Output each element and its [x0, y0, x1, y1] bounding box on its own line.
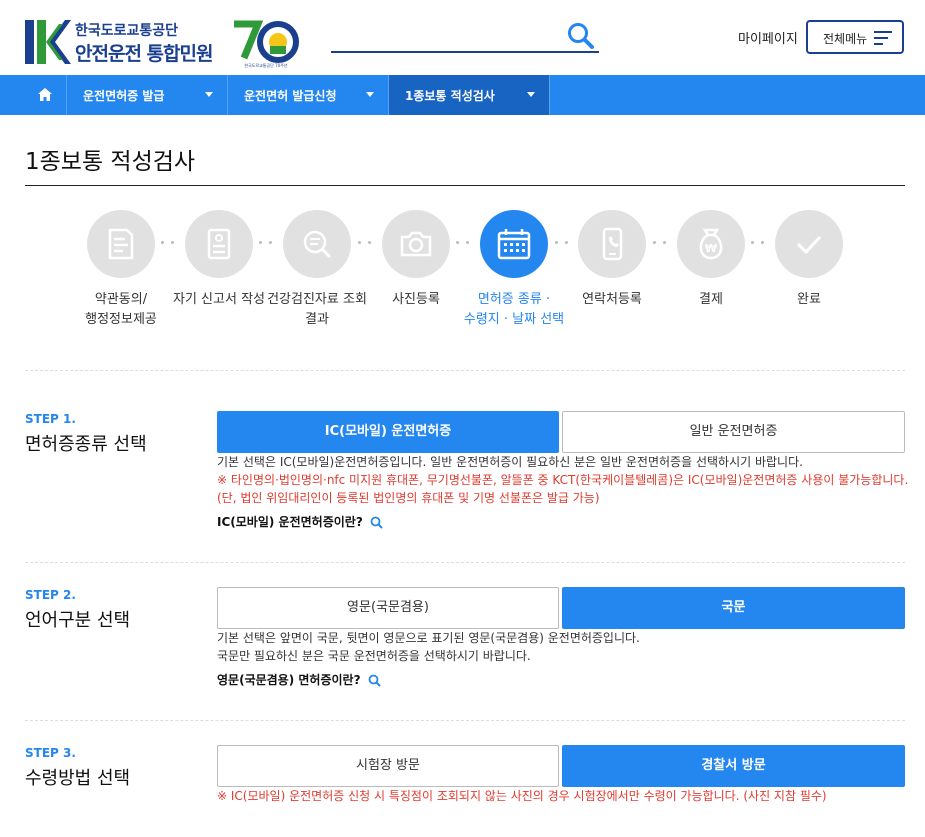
document-icon	[108, 228, 134, 260]
progress-step-label: 연락처등록	[582, 292, 642, 307]
progress-step-7: ₩	[677, 210, 745, 278]
ic-license-info-label: IC(모바일) 운전면허증이란?	[217, 515, 363, 529]
step-connector	[749, 241, 767, 247]
search-input[interactable]	[331, 20, 551, 50]
nav-item-label: 운전면허증 발급	[83, 89, 165, 103]
caret-down-icon	[527, 92, 535, 97]
nav-item-license-issue[interactable]: 운전면허증 발급	[67, 75, 228, 115]
step1-warning-exception: (단, 법인 위임대리인이 등록된 법인명의 휴대폰 및 기명 선불폰은 발급 …	[217, 491, 600, 505]
won-bag-icon: ₩	[699, 228, 723, 260]
page-title: 1종보통 적성검사	[25, 149, 196, 175]
progress-step-4	[382, 210, 450, 278]
caret-down-icon	[366, 92, 374, 97]
search-bar	[331, 20, 599, 53]
step-connector	[651, 241, 669, 247]
calendar-icon	[497, 229, 531, 260]
koroad-k-logo-icon	[25, 20, 71, 64]
check-icon	[796, 235, 822, 255]
search-icon	[370, 516, 383, 529]
nav-item-license-apply[interactable]: 운전면허 발급신청	[228, 75, 389, 115]
test-center-visit-option[interactable]: 시험장 방문	[217, 745, 559, 787]
caret-down-icon	[205, 92, 213, 97]
step3-tag: STEP 3.	[25, 746, 76, 760]
search-icon[interactable]	[567, 22, 595, 50]
ic-license-info-link[interactable]: IC(모바일) 운전면허증이란?	[217, 513, 383, 530]
camera-icon	[400, 231, 432, 257]
ic-mobile-license-option[interactable]: IC(모바일) 운전면허증	[217, 411, 559, 453]
step-connector	[356, 241, 374, 247]
step-connector	[159, 241, 177, 247]
progress-step-label: 건강검진자료 조회 결과	[267, 292, 367, 327]
progress-step-label: 사진등록	[392, 292, 440, 307]
progress-step-label: 자기 신고서 작성	[173, 292, 265, 307]
step2-tag: STEP 2.	[25, 588, 76, 602]
step2-title: 언어구분 선택	[25, 610, 131, 631]
police-station-visit-option[interactable]: 경찰서 방문	[562, 745, 905, 787]
step3-warning: ※ IC(모바일) 운전면허증 신청 시 특징점이 조회되지 않는 사진의 경우…	[217, 789, 827, 803]
step1-tag: STEP 1.	[25, 412, 76, 426]
progress-step-5	[480, 210, 548, 278]
emblem-caption: 한국도로교통공단 70주년	[244, 62, 287, 68]
step2-note-2: 국문만 필요하신 분은 국문 운전면허증을 선택하시기 바랍니다.	[217, 649, 531, 663]
svg-text:₩: ₩	[705, 242, 717, 255]
nav-item-label: 1종보통 적성검사	[405, 89, 495, 103]
section-divider	[25, 562, 905, 563]
all-menu-button[interactable]: 전체메뉴	[806, 20, 904, 54]
progress-step-1	[87, 210, 155, 278]
regular-license-option[interactable]: 일반 운전면허증	[562, 411, 905, 453]
step-connector	[553, 241, 571, 247]
step1-note: 기본 선택은 IC(모바일)운전면허증입니다. 일반 운전면허증이 필요하신 분…	[217, 455, 803, 469]
nav-item-aptitude-test[interactable]: 1종보통 적성검사	[389, 75, 550, 115]
progress-step-label: 면허증 종류 · 수령지 · 날짜 선택	[463, 292, 565, 327]
home-button[interactable]	[25, 75, 67, 115]
step-connector	[454, 241, 472, 247]
progress-step-label: 결제	[699, 292, 723, 307]
breadcrumb-nav: 운전면허증 발급 운전면허 발급신청 1종보통 적성검사	[0, 75, 925, 115]
search-icon	[368, 674, 381, 687]
section-divider	[25, 720, 905, 721]
section-divider	[25, 370, 905, 371]
progress-step-8	[775, 210, 843, 278]
english-korean-option[interactable]: 영문(국문겸용)	[217, 587, 559, 629]
phone-icon	[602, 227, 623, 261]
all-menu-label: 전체메뉴	[823, 32, 868, 46]
step-connector	[257, 241, 275, 247]
logo-service-name: 안전운전 통합민원	[75, 43, 213, 65]
70th-anniversary-emblem-icon: 한국도로교통공단 70주년	[234, 20, 299, 68]
english-license-info-link[interactable]: 영문(국문겸용) 면허증이란?	[217, 671, 381, 688]
progress-step-2	[185, 210, 253, 278]
mypage-link[interactable]: 마이페이지	[738, 28, 798, 47]
hamburger-menu-icon	[874, 31, 892, 45]
english-license-info-label: 영문(국문겸용) 면허증이란?	[217, 673, 361, 687]
logo-org-name: 한국도로교통공단	[75, 23, 179, 39]
progress-step-label: 약관동의/행정정보제공	[85, 292, 157, 327]
title-divider	[25, 185, 905, 186]
progress-step-3	[283, 210, 351, 278]
nav-item-label: 운전면허 발급신청	[244, 89, 337, 103]
progress-step-label: 완료	[797, 292, 821, 307]
home-icon	[38, 88, 52, 101]
header: 한국도로교통공단 안전운전 통합민원 한국도로교통공단 70주년 마이페이지 전…	[0, 0, 925, 75]
korean-only-option[interactable]: 국문	[562, 587, 905, 629]
site-logo[interactable]: 한국도로교통공단 안전운전 통합민원 한국도로교통공단 70주년	[25, 18, 300, 68]
step2-note: 기본 선택은 앞면이 국문, 뒷면이 영문으로 표기된 영문(국문겸용) 운전면…	[217, 631, 640, 645]
step1-warning: ※ 타인명의·법인명의·nfc 미지원 휴대폰, 무기명선불폰, 알뜰폰 중 K…	[217, 473, 909, 487]
step3-title: 수령방법 선택	[25, 768, 131, 789]
form-icon	[207, 228, 231, 260]
step1-title: 면허증종류 선택	[25, 434, 147, 455]
search-doc-icon	[303, 230, 332, 259]
progress-step-6	[578, 210, 646, 278]
